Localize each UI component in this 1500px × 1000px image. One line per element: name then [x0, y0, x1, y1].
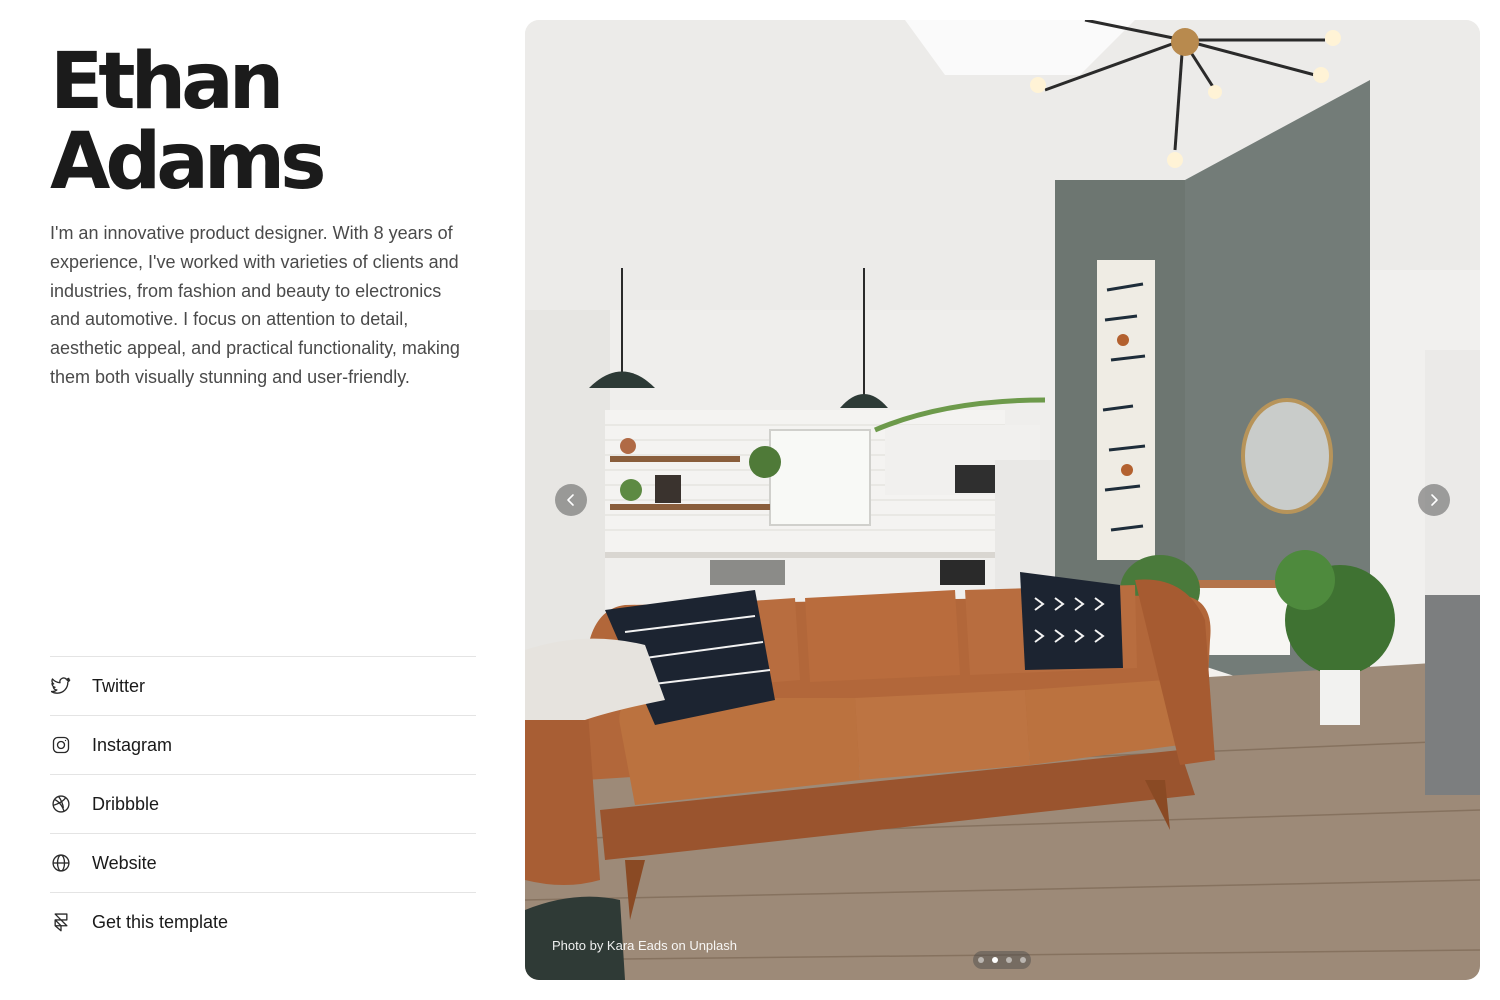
website-link[interactable]: Website [50, 833, 476, 892]
instagram-link-label: Instagram [92, 734, 173, 755]
last-name: Adams [50, 117, 327, 207]
image-gallery: Photo by Kara Eads on Unplash [525, 20, 1480, 980]
slide-dot-4[interactable] [1020, 957, 1026, 963]
slide-indicator [973, 951, 1031, 969]
dribbble-icon [50, 793, 72, 815]
website-link-label: Website [92, 852, 157, 873]
profile-panel: Ethan Adams I'm an innovative product de… [50, 0, 476, 1000]
living-room-photo [525, 20, 1480, 980]
chevron-left-icon [567, 494, 574, 506]
framer-icon [50, 911, 72, 933]
twitter-icon [50, 675, 72, 697]
dribbble-link-label: Dribbble [92, 793, 160, 814]
dribbble-link[interactable]: Dribbble [50, 774, 476, 833]
first-name: Ethan [50, 37, 284, 127]
page-title: Ethan Adams [50, 37, 327, 207]
globe-icon [50, 852, 72, 874]
twitter-link-label: Twitter [92, 675, 146, 696]
gallery-next-button[interactable] [1418, 484, 1450, 516]
slide-dot-1[interactable] [978, 957, 984, 963]
chevron-right-icon [1431, 494, 1438, 506]
slide-dot-2[interactable] [992, 957, 998, 963]
photo-credit: Photo by Kara Eads on Unplash [552, 938, 738, 953]
slide-dot-3[interactable] [1006, 957, 1012, 963]
instagram-icon [50, 734, 72, 756]
gallery-prev-button[interactable] [555, 484, 587, 516]
instagram-link[interactable]: Instagram [50, 715, 476, 774]
bio-text: I'm an innovative product designer. With… [50, 223, 460, 387]
get-template-link-label: Get this template [92, 911, 229, 932]
social-links-list: Twitter Instagram Dribbble Website Get t… [50, 656, 476, 951]
twitter-link[interactable]: Twitter [50, 656, 476, 715]
get-template-link[interactable]: Get this template [50, 892, 476, 951]
